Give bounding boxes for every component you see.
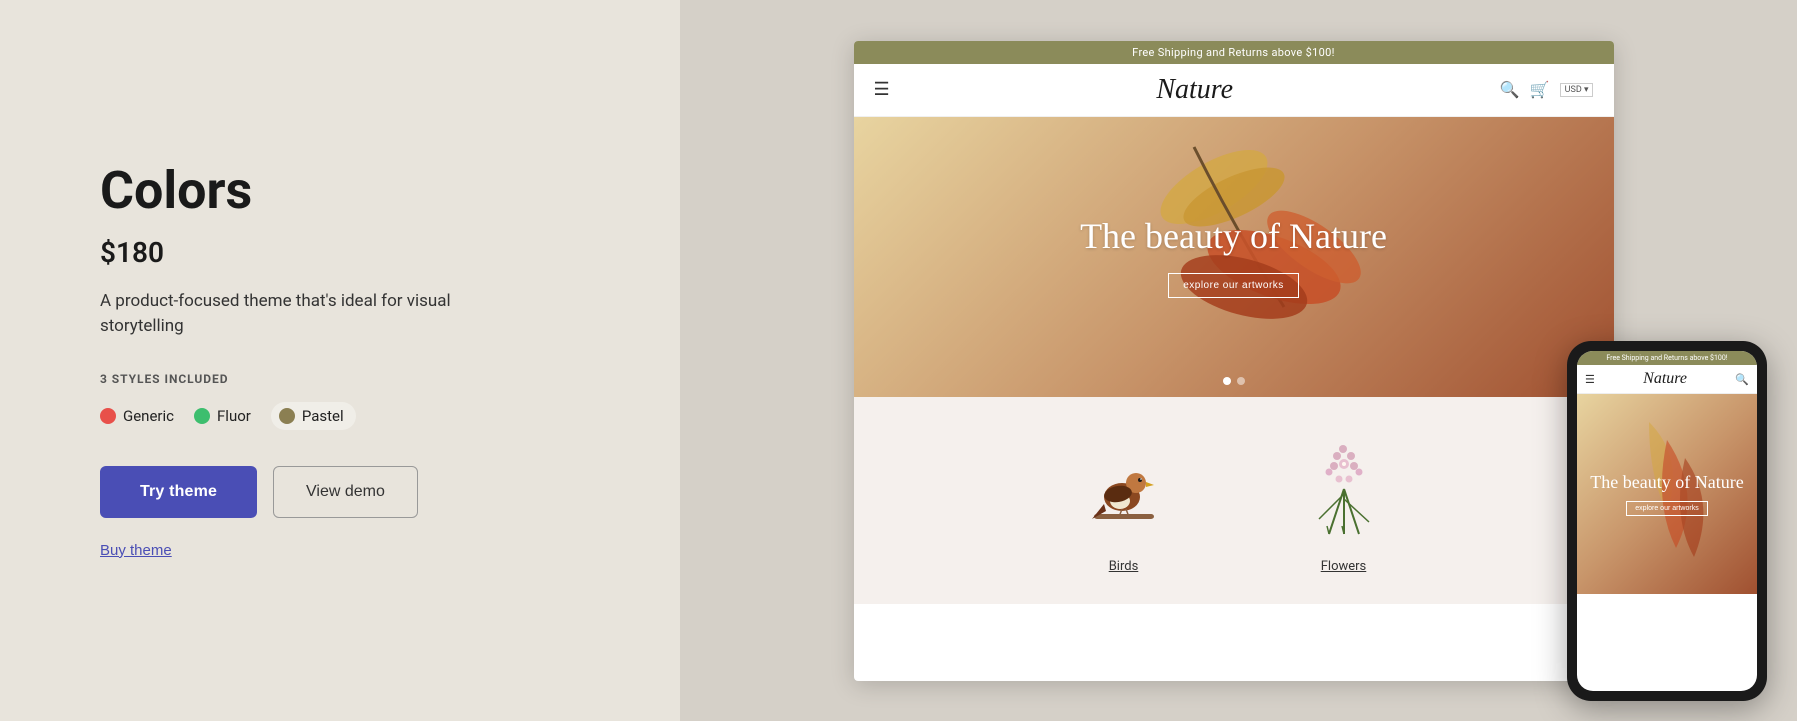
theme-price: $180 bbox=[100, 236, 580, 269]
buy-theme-link[interactable]: Buy theme bbox=[100, 542, 580, 559]
desktop-preview: Free Shipping and Returns above $100! ☰ … bbox=[854, 41, 1614, 681]
nav-icons: 🔍 🛒 USD ▾ bbox=[1500, 80, 1594, 99]
desktop-logo: Nature bbox=[1156, 74, 1233, 106]
desktop-hero-button[interactable]: explore our artworks bbox=[1168, 273, 1299, 298]
mobile-preview: Free Shipping and Returns above $100! ☰ … bbox=[1567, 341, 1767, 701]
right-panel: Free Shipping and Returns above $100! ☰ … bbox=[680, 0, 1797, 721]
mobile-nav: ☰ Nature 🔍 bbox=[1577, 365, 1757, 394]
view-demo-button[interactable]: View demo bbox=[273, 466, 418, 518]
flower-illustration bbox=[1299, 434, 1389, 539]
style-label-fluor: Fluor bbox=[217, 407, 251, 425]
mobile-hero-title: The beauty of Nature bbox=[1590, 472, 1743, 494]
mobile-hero: The beauty of Nature explore our artwork… bbox=[1577, 394, 1757, 594]
desktop-announce-text: Free Shipping and Returns above $100! bbox=[1132, 46, 1335, 59]
mobile-inner: Free Shipping and Returns above $100! ☰ … bbox=[1577, 351, 1757, 691]
search-icon[interactable]: 🔍 bbox=[1500, 80, 1520, 99]
category-section: Birds bbox=[854, 397, 1614, 604]
style-dot-pastel bbox=[279, 408, 295, 424]
flower-image bbox=[1274, 427, 1414, 547]
category-flowers[interactable]: Flowers bbox=[1274, 427, 1414, 574]
category-label-birds[interactable]: Birds bbox=[1109, 559, 1139, 574]
hero-dots bbox=[1223, 377, 1245, 385]
hero-dot-2[interactable] bbox=[1237, 377, 1245, 385]
bird-illustration bbox=[1084, 439, 1164, 534]
theme-title: Colors bbox=[100, 162, 580, 219]
mobile-search-icon[interactable]: 🔍 bbox=[1735, 373, 1749, 386]
style-label-generic: Generic bbox=[123, 407, 174, 425]
usd-badge[interactable]: USD ▾ bbox=[1560, 83, 1594, 97]
style-dot-generic bbox=[100, 408, 116, 424]
hero-dot-1[interactable] bbox=[1223, 377, 1231, 385]
desktop-nav: ☰ Nature 🔍 🛒 USD ▾ bbox=[854, 64, 1614, 117]
desktop-hero-title: The beauty of Nature bbox=[1080, 215, 1387, 257]
try-theme-button[interactable]: Try theme bbox=[100, 466, 257, 518]
styles-label: 3 STYLES INCLUDED bbox=[100, 372, 580, 386]
desktop-hero-content: The beauty of Nature explore our artwork… bbox=[1080, 215, 1387, 298]
category-birds[interactable]: Birds bbox=[1054, 427, 1194, 574]
buttons-row: Try theme View demo bbox=[100, 466, 580, 518]
desktop-hero: The beauty of Nature explore our artwork… bbox=[854, 117, 1614, 397]
hamburger-icon[interactable]: ☰ bbox=[874, 79, 890, 100]
style-label-pastel: Pastel bbox=[302, 407, 344, 425]
desktop-announce-bar: Free Shipping and Returns above $100! bbox=[854, 41, 1614, 64]
mobile-hero-content: The beauty of Nature explore our artwork… bbox=[1590, 472, 1743, 517]
left-panel: Colors $180 A product-focused theme that… bbox=[0, 0, 680, 721]
style-option-fluor[interactable]: Fluor bbox=[194, 407, 251, 425]
category-label-flowers[interactable]: Flowers bbox=[1321, 559, 1367, 574]
theme-description: A product-focused theme that's ideal for… bbox=[100, 289, 480, 340]
mobile-logo: Nature bbox=[1643, 370, 1687, 388]
mobile-hero-button[interactable]: explore our artworks bbox=[1626, 501, 1707, 516]
styles-row: Generic Fluor Pastel bbox=[100, 402, 580, 430]
mobile-announce: Free Shipping and Returns above $100! bbox=[1577, 351, 1757, 365]
style-option-generic[interactable]: Generic bbox=[100, 407, 174, 425]
cart-icon[interactable]: 🛒 bbox=[1530, 80, 1550, 99]
style-dot-fluor bbox=[194, 408, 210, 424]
bird-image bbox=[1054, 427, 1194, 547]
mobile-hamburger-icon[interactable]: ☰ bbox=[1585, 373, 1595, 386]
style-option-pastel[interactable]: Pastel bbox=[271, 402, 356, 430]
